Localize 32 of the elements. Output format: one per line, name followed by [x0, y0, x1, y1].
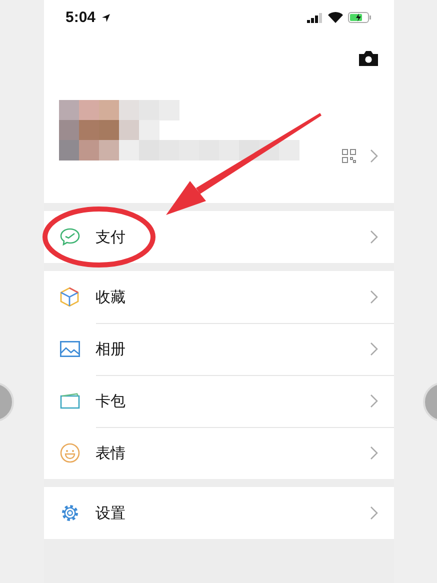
battery-icon: [348, 12, 372, 23]
chat-bubble-icon: [60, 228, 80, 246]
settings-icon: [60, 503, 80, 523]
smiley-icon: [60, 443, 80, 463]
image-icon: [60, 341, 80, 357]
menu-label: 卡包: [96, 392, 126, 410]
wifi-icon: [328, 12, 342, 23]
chevron-icon: [370, 230, 378, 244]
menu-label: 表情: [96, 444, 126, 462]
card-icon: [60, 393, 80, 409]
menu-item[interactable]: 支付: [44, 211, 394, 263]
chevron-icon: [370, 342, 378, 356]
menu-label: 支付: [96, 228, 126, 246]
menu-item[interactable]: 表情: [44, 427, 394, 479]
chevron-icon: [370, 446, 378, 460]
camera-icon[interactable]: [358, 50, 378, 66]
menu-item[interactable]: 设置: [44, 487, 394, 539]
cube-icon: [60, 287, 79, 307]
chevron-icon: [370, 506, 378, 520]
menu-item[interactable]: 收藏: [44, 271, 394, 323]
menu-item[interactable]: 相册: [44, 323, 394, 375]
menu-item[interactable]: 卡包: [44, 375, 394, 427]
status-time: 5:04: [66, 9, 96, 26]
chevron-icon: [370, 394, 378, 408]
chevron-icon: [370, 149, 378, 163]
menu-label: 相册: [96, 340, 126, 358]
menu-label: 收藏: [96, 288, 126, 306]
qr-code-icon[interactable]: [342, 149, 356, 163]
signal-icon: [306, 12, 322, 22]
menu-label: 设置: [96, 504, 126, 522]
chevron-icon: [370, 290, 378, 304]
location-icon: [100, 12, 111, 22]
